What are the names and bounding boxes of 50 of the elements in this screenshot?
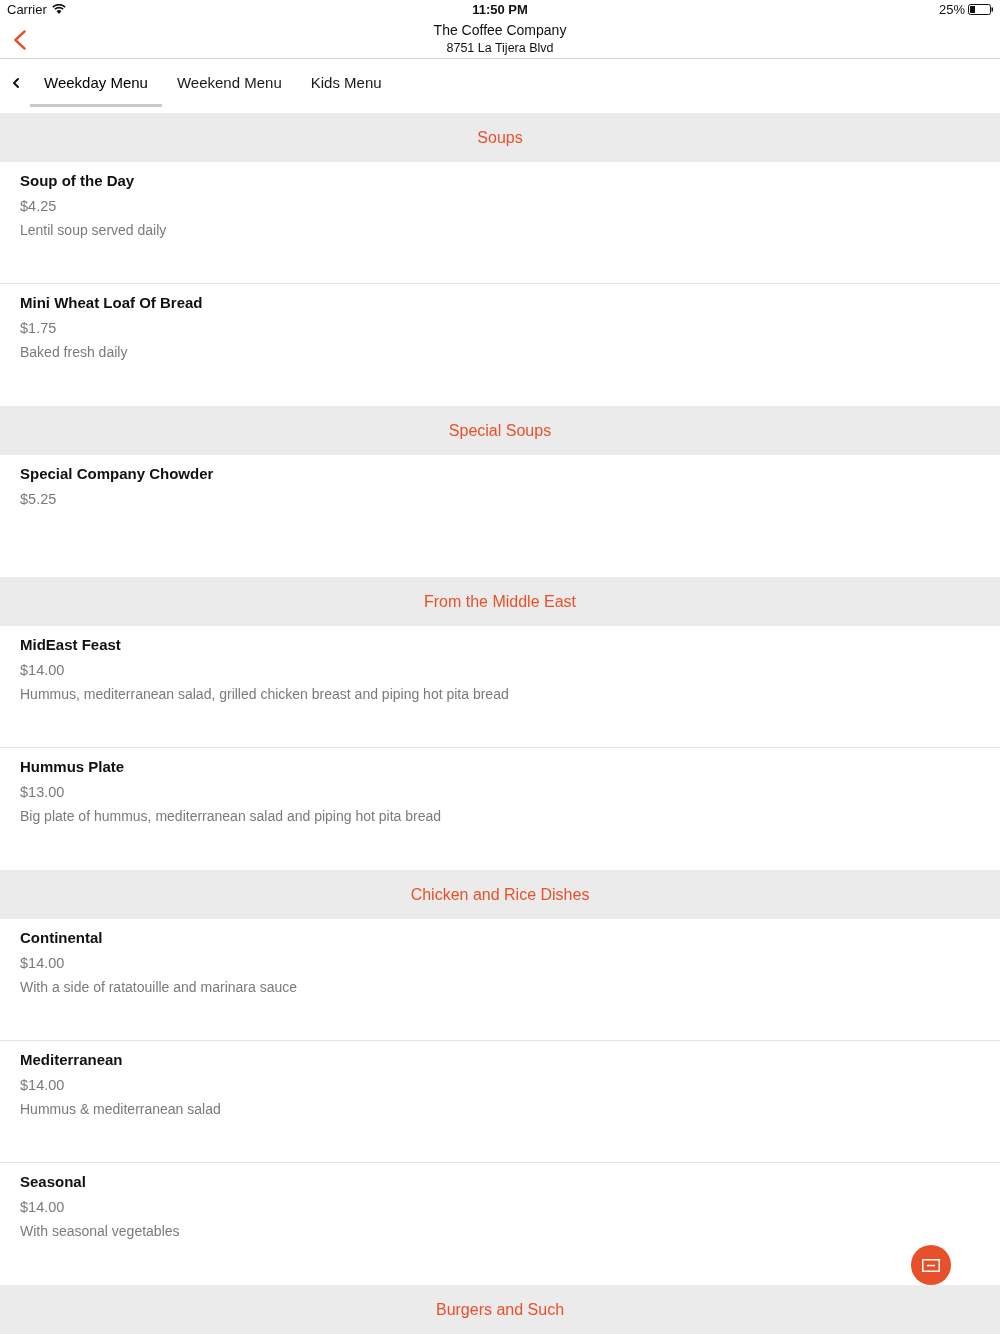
section-title: From the Middle East bbox=[423, 592, 577, 611]
item-description: With seasonal vegetables bbox=[20, 1222, 180, 1241]
item-price: $5.25 bbox=[20, 490, 57, 509]
wifi-icon bbox=[51, 4, 66, 15]
menu-item-row[interactable]: Seasonal $14.00 With seasonal vegetables bbox=[0, 1163, 1000, 1285]
section-title: Burgers and Such bbox=[435, 1300, 565, 1319]
carrier-label: Carrier bbox=[7, 1, 47, 17]
menu-item-row[interactable]: Mini Wheat Loaf Of Bread $1.75 Baked fresh daily bbox=[0, 284, 1000, 406]
menu-item-row[interactable]: Hummus Plate $13.00 Big plate of hummus, mediterranean salad and piping hot pita bread bbox=[0, 748, 1000, 870]
item-description: Baked fresh daily bbox=[20, 343, 128, 362]
item-name: Soup of the Day bbox=[20, 171, 135, 191]
item-price: $14.00 bbox=[20, 1076, 65, 1095]
menu-item-row[interactable]: Special Company Chowder $5.25 bbox=[0, 455, 1000, 577]
battery-percent: 25% bbox=[938, 1, 965, 17]
section-title: Special Soups bbox=[448, 421, 552, 440]
menu-tab[interactable]: Kids Menu bbox=[296, 58, 396, 107]
restaurant-address: 8751 La Tijera Blvd bbox=[446, 40, 554, 55]
item-price: $1.75 bbox=[20, 319, 57, 338]
chevron-left-icon bbox=[13, 28, 27, 51]
menu-item-row[interactable]: MidEast Feast $14.00 Hummus, mediterranean salad, grilled chicken breast and piping hot pita bread bbox=[0, 626, 1000, 748]
section-title: Soups bbox=[477, 128, 523, 147]
menu-item-row[interactable]: Continental $14.00 With a side of ratatouille and marinara sauce bbox=[0, 919, 1000, 1041]
chevron-left-icon bbox=[12, 76, 20, 89]
floating-action-button[interactable] bbox=[911, 1245, 951, 1285]
item-description: Lentil soup served daily bbox=[20, 221, 167, 240]
battery-icon bbox=[968, 3, 993, 15]
rectangle-minus-icon bbox=[922, 1258, 940, 1272]
time-label: 11:50 PM bbox=[472, 1, 528, 17]
item-description: Big plate of hummus, mediterranean salad and piping hot pita bread bbox=[20, 807, 442, 826]
restaurant-title: The Coffee Company bbox=[433, 21, 567, 38]
item-price: $4.25 bbox=[20, 197, 57, 216]
item-name: Special Company Chowder bbox=[20, 464, 214, 484]
menu-item-row[interactable]: Soup of the Day $4.25 Lentil soup served daily bbox=[0, 162, 1000, 284]
item-name: Seasonal bbox=[20, 1172, 86, 1192]
item-price: $13.00 bbox=[20, 783, 65, 802]
item-name: Mediterranean bbox=[20, 1050, 123, 1070]
menu-tab[interactable]: Weekday Menu bbox=[30, 58, 162, 107]
item-description: With a side of ratatouille and marinara sauce bbox=[20, 978, 298, 997]
section-title: Chicken and Rice Dishes bbox=[410, 885, 590, 904]
item-description: Hummus & mediterranean salad bbox=[20, 1100, 221, 1119]
item-name: Hummus Plate bbox=[20, 757, 125, 777]
menu-item-row[interactable]: Mediterranean $14.00 Hummus & mediterranean salad bbox=[0, 1041, 1000, 1163]
item-name: Continental bbox=[20, 928, 103, 948]
item-price: $14.00 bbox=[20, 661, 65, 680]
item-name: Mini Wheat Loaf Of Bread bbox=[20, 293, 203, 313]
item-name: MidEast Feast bbox=[20, 635, 121, 655]
item-price: $14.00 bbox=[20, 1198, 65, 1217]
menu-tab[interactable]: Weekend Menu bbox=[162, 58, 296, 107]
item-price: $14.00 bbox=[20, 954, 65, 973]
item-description: Hummus, mediterranean salad, grilled chicken breast and piping hot pita bread bbox=[20, 685, 509, 704]
